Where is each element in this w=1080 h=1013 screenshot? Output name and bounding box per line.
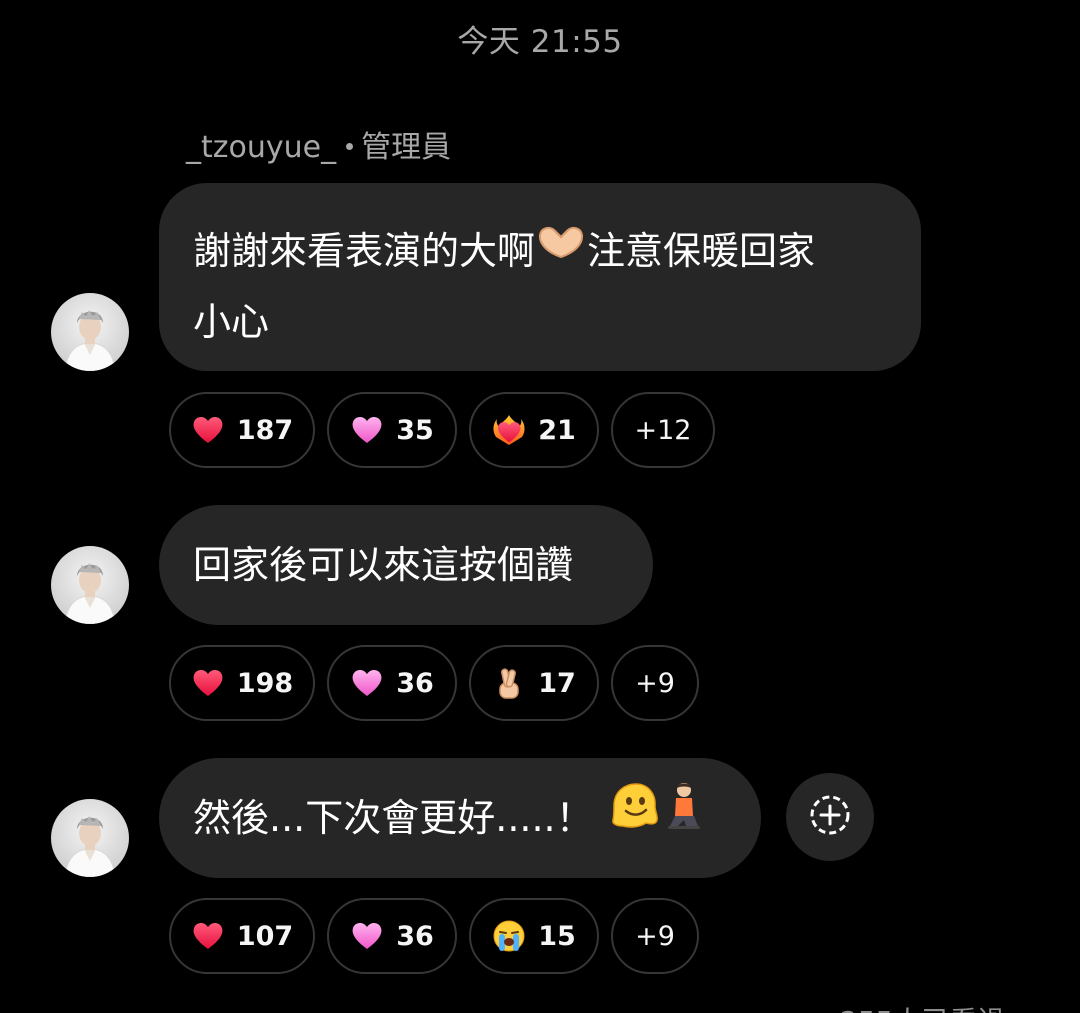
sender-header: _tzouyue_ 管理員 (186, 122, 451, 166)
message-bubble[interactable]: 回家後可以來這按個讚 (159, 505, 653, 625)
message-timestamp: 今天 21:55 (457, 24, 623, 60)
reaction-chip[interactable]: 36 (327, 898, 457, 974)
reaction-chip[interactable]: 198 (169, 645, 315, 721)
reaction-chip[interactable]: 107 (169, 898, 315, 974)
sender-role: 管理員 (361, 130, 452, 165)
message-text-line: 然後...下次會更好.....！ (193, 796, 594, 840)
red-heart-emoji (191, 666, 225, 700)
reaction-chip[interactable]: 36 (327, 645, 457, 721)
reaction-chip[interactable]: 187 (169, 392, 315, 468)
reaction-chip[interactable]: 21 (469, 392, 599, 468)
melting-face-emoji (608, 780, 660, 853)
pink-heart-emoji (350, 919, 384, 953)
add-reaction-icon (807, 792, 853, 842)
red-heart-emoji (191, 413, 225, 447)
loudly-crying-face-emoji (492, 919, 526, 953)
message-bubble[interactable]: 然後...下次會更好.....！ (159, 758, 761, 878)
pink-heart-emoji (350, 666, 384, 700)
reaction-chip[interactable]: 35 (327, 392, 457, 468)
chat-screen: 今天 21:55 _tzouyue_ 管理員 謝謝來看表演的大啊 注意保暖回家 小… (0, 0, 1080, 1013)
more-reactions-chip[interactable]: +9 (611, 645, 699, 721)
crossed-fingers-emoji (492, 666, 526, 700)
heart-on-fire-emoji (492, 413, 526, 447)
kneeling-person-emoji (664, 780, 704, 853)
separator-dot (346, 143, 354, 150)
message-text-line: 謝謝來看表演的大啊 注意保暖回家 (193, 217, 887, 288)
red-heart-emoji (191, 919, 225, 953)
heart-hands-emoji (535, 216, 587, 284)
sender-username[interactable]: _tzouyue_ (186, 130, 336, 165)
message-bubble[interactable]: 謝謝來看表演的大啊 注意保暖回家 小心 (159, 183, 921, 371)
add-reaction-button[interactable] (786, 773, 874, 861)
message-text-line: 回家後可以來這按個讚 (193, 543, 574, 587)
pink-heart-emoji (350, 413, 384, 447)
seen-count-text: 255人已看過 (840, 1000, 1005, 1013)
more-reactions-chip[interactable]: +12 (611, 392, 715, 468)
reaction-chip[interactable]: 15 (469, 898, 599, 974)
avatar[interactable] (51, 546, 129, 624)
message-text-line: 小心 (193, 299, 270, 344)
avatar[interactable] (51, 799, 129, 877)
avatar[interactable] (51, 293, 129, 371)
reaction-chip[interactable]: 17 (469, 645, 599, 721)
more-reactions-chip[interactable]: +9 (611, 898, 699, 974)
